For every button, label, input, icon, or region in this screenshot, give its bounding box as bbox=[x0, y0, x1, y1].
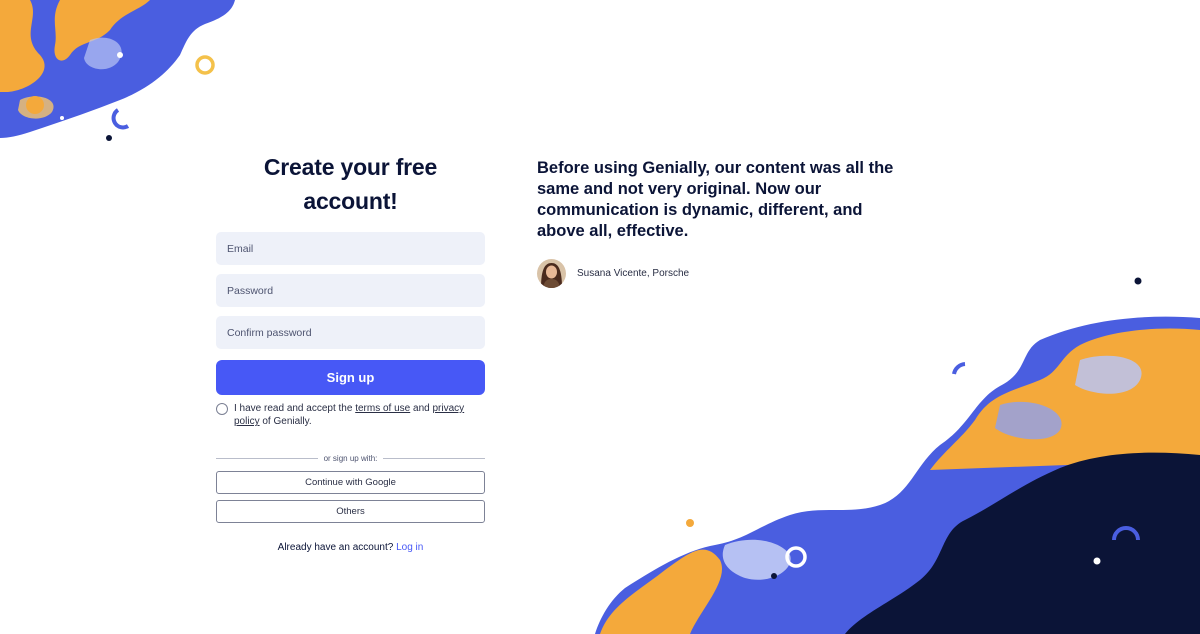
password-field-wrapper bbox=[216, 274, 485, 307]
signup-form: Create your free account! Sign up I have… bbox=[216, 150, 485, 553]
paint-splash-bottom-right bbox=[595, 277, 1200, 634]
login-prompt: Already have an account? bbox=[277, 542, 394, 553]
others-button[interactable]: Others bbox=[216, 500, 485, 523]
sign-up-with-divider: or sign up with: bbox=[216, 454, 485, 463]
password-field[interactable] bbox=[225, 283, 476, 298]
terms-text: I have read and accept the terms of use … bbox=[234, 402, 485, 428]
terms-row: I have read and accept the terms of use … bbox=[216, 402, 485, 428]
divider-line-right bbox=[383, 458, 485, 459]
continue-with-google-button[interactable]: Continue with Google bbox=[216, 471, 485, 494]
author-name: Susana Vicente, Porsche bbox=[577, 268, 690, 279]
testimonial: Before using Genially, our content was a… bbox=[537, 158, 897, 288]
page-title: Create your free account! bbox=[263, 154, 438, 214]
email-field-wrapper bbox=[216, 232, 485, 265]
terms-suffix: of Genially. bbox=[262, 416, 312, 427]
testimonial-author: Susana Vicente, Porsche bbox=[537, 259, 897, 288]
confirm-password-field[interactable] bbox=[225, 325, 476, 340]
confirm-password-field-wrapper bbox=[216, 316, 485, 349]
avatar bbox=[537, 259, 566, 288]
divider-line-left bbox=[216, 458, 318, 459]
terms-radio[interactable] bbox=[216, 403, 228, 415]
email-field[interactable] bbox=[225, 241, 476, 256]
terms-of-use-link[interactable]: terms of use bbox=[355, 403, 410, 414]
login-row: Already have an account? Log in bbox=[216, 542, 485, 553]
log-in-link[interactable]: Log in bbox=[396, 542, 423, 553]
divider-text: or sign up with: bbox=[323, 454, 378, 463]
testimonial-quote: Before using Genially, our content was a… bbox=[537, 159, 894, 240]
terms-and: and bbox=[413, 403, 430, 414]
terms-prefix: I have read and accept the bbox=[234, 403, 353, 414]
sign-up-button[interactable]: Sign up bbox=[216, 360, 485, 395]
